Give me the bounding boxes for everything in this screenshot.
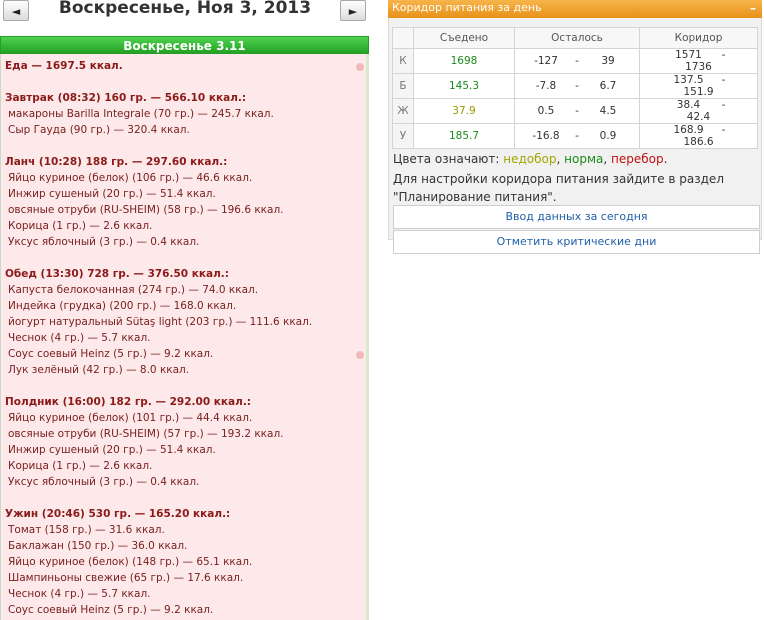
prev-day-button[interactable]: ◄ xyxy=(3,0,29,21)
day-header: Воскресенье 3.11 xyxy=(0,36,369,54)
remaining-range: -127-39 xyxy=(514,48,640,74)
date-title: Воскресенье, Ноя 3, 2013 xyxy=(58,0,312,18)
corridor-range: 137.5 -151.9 xyxy=(639,73,758,99)
color-legend: Цвета означают: недобор, норма, перебор. xyxy=(393,152,668,166)
eaten-value: 145.3 xyxy=(413,73,515,99)
eaten-value: 37.9 xyxy=(413,98,515,124)
food-item: макароны Barilla Integrale (70 гр.) — 24… xyxy=(8,108,274,120)
corridor-range: 38.4 -42.4 xyxy=(639,98,758,124)
food-item: Корица (1 гр.) — 2.6 ккал. xyxy=(8,220,153,232)
edit-icon[interactable] xyxy=(356,351,364,359)
food-item: Томат (158 гр.) — 31.6 ккал. xyxy=(8,524,165,536)
table-row: К 1698 -127-39 1571 -1736 xyxy=(392,48,758,74)
food-item: Соус соевый Heinz (5 гр.) — 9.2 ккал. xyxy=(8,604,214,616)
meal-title-supper[interactable]: Ужин (20:46) 530 гр. — 165.20 ккал.: xyxy=(5,508,230,520)
food-item: Шампиньоны свежие (65 гр.) — 17.6 ккал. xyxy=(8,572,244,584)
food-item: Чеснок (4 гр.) — 5.7 ккал. xyxy=(8,588,151,600)
legend-prefix: Цвета означают: xyxy=(393,152,500,166)
food-item: Лук зелёный (42 гр.) — 8.0 ккал. xyxy=(8,364,190,376)
total-calories: Еда — 1697.5 ккал. xyxy=(5,60,123,72)
food-item: Корица (1 гр.) — 2.6 ккал. xyxy=(8,460,153,472)
eaten-value: 1698 xyxy=(413,48,515,74)
table-corner xyxy=(392,27,414,49)
input-today-button[interactable]: Ввод данных за сегодня xyxy=(393,205,760,229)
food-item: Яйцо куриное (белок) (106 гр.) — 46.6 кк… xyxy=(8,172,253,184)
corridor-table: Съедено Осталось Коридор К 1698 -127-39 … xyxy=(392,27,758,149)
meal-title-dinner[interactable]: Обед (13:30) 728 гр. — 376.50 ккал.: xyxy=(5,268,229,280)
food-item: овсяные отруби (RU-SHEIM) (57 гр.) — 193… xyxy=(8,428,284,440)
day-diary-panel: ◄ Воскресенье, Ноя 3, 2013 ► Воскресенье… xyxy=(0,0,372,620)
food-item: Уксус яблочный (3 гр.) — 0.4 ккал. xyxy=(8,236,200,248)
food-item: Сыр Гауда (90 гр.) — 320.4 ккал. xyxy=(8,124,190,136)
row-label: Б xyxy=(392,73,414,99)
remaining-range: 0.5-4.5 xyxy=(514,98,640,124)
col-remaining-header: Осталось xyxy=(514,27,640,49)
legend-perebor: перебор xyxy=(611,152,664,166)
food-item: Капуста белокочанная (274 гр.) — 74.0 кк… xyxy=(8,284,259,296)
row-label: У xyxy=(392,123,414,149)
food-item: йогурт натуральный Sütaş light (203 гр.)… xyxy=(8,316,313,328)
food-item: Уксус яблочный (3 гр.) — 0.4 ккал. xyxy=(8,476,200,488)
legend-nedobor: недобор xyxy=(503,152,557,166)
next-day-button[interactable]: ► xyxy=(340,0,366,21)
row-label: К xyxy=(392,48,414,74)
food-item: Яйцо куриное (белок) (148 гр.) — 65.1 кк… xyxy=(8,556,253,568)
food-item: овсяные отруби (RU-SHEIM) (58 гр.) — 196… xyxy=(8,204,284,216)
row-label: Ж xyxy=(392,98,414,124)
corridor-title: Коридор питания за день xyxy=(392,1,542,14)
food-item: Инжир сушеный (20 гр.) — 51.4 ккал. xyxy=(8,444,216,456)
food-item: Баклажан (150 гр.) — 36.0 ккал. xyxy=(8,540,188,552)
meal-title-lunch[interactable]: Ланч (10:28) 188 гр. — 297.60 ккал.: xyxy=(5,156,227,168)
table-row: У 185.7 -16.8-0.9 168.9 -186.6 xyxy=(392,123,758,149)
food-item: Яйцо куриное (белок) (101 гр.) — 44.4 кк… xyxy=(8,412,253,424)
planning-hint: Для настройки коридора питания зайдите в… xyxy=(393,172,724,204)
meal-title-snack[interactable]: Полдник (16:00) 182 гр. — 292.00 ккал.: xyxy=(5,396,251,408)
col-corridor-header: Коридор xyxy=(639,27,758,49)
remaining-range: -7.8-6.7 xyxy=(514,73,640,99)
corridor-range: 168.9 -186.6 xyxy=(639,123,758,149)
table-row: Ж 37.9 0.5-4.5 38.4 -42.4 xyxy=(392,98,758,124)
food-item: Чеснок (4 гр.) — 5.7 ккал. xyxy=(8,332,151,344)
table-row: Б 145.3 -7.8-6.7 137.5 -151.9 xyxy=(392,73,758,99)
corridor-range: 1571 -1736 xyxy=(639,48,758,74)
legend-norma: норма xyxy=(564,152,604,166)
date-navigation: ◄ Воскресенье, Ноя 3, 2013 ► xyxy=(0,0,372,30)
food-item: Индейка (грудка) (200 гр.) — 168.0 ккал. xyxy=(8,300,237,312)
collapse-icon[interactable]: – xyxy=(750,0,756,16)
corridor-body: Съедено Осталось Коридор К 1698 -127-39 … xyxy=(388,18,762,254)
col-eaten-header: Съедено xyxy=(413,27,515,49)
meal-list: Еда — 1697.5 ккал. Завтрак (08:32) 160 г… xyxy=(0,54,369,620)
eaten-value: 185.7 xyxy=(413,123,515,149)
meal-title-breakfast[interactable]: Завтрак (08:32) 160 гр. — 566.10 ккал.: xyxy=(5,92,246,104)
remaining-range: -16.8-0.9 xyxy=(514,123,640,149)
corridor-header[interactable]: Коридор питания за день – xyxy=(388,0,762,18)
edit-icon[interactable] xyxy=(356,63,364,71)
mark-critical-days-button[interactable]: Отметить критические дни xyxy=(393,230,760,254)
food-item: Инжир сушеный (20 гр.) — 51.4 ккал. xyxy=(8,188,216,200)
food-item: Соус соевый Heinz (5 гр.) — 9.2 ккал. xyxy=(8,348,214,360)
corridor-panel: Коридор питания за день – Съедено Остало… xyxy=(386,0,764,620)
